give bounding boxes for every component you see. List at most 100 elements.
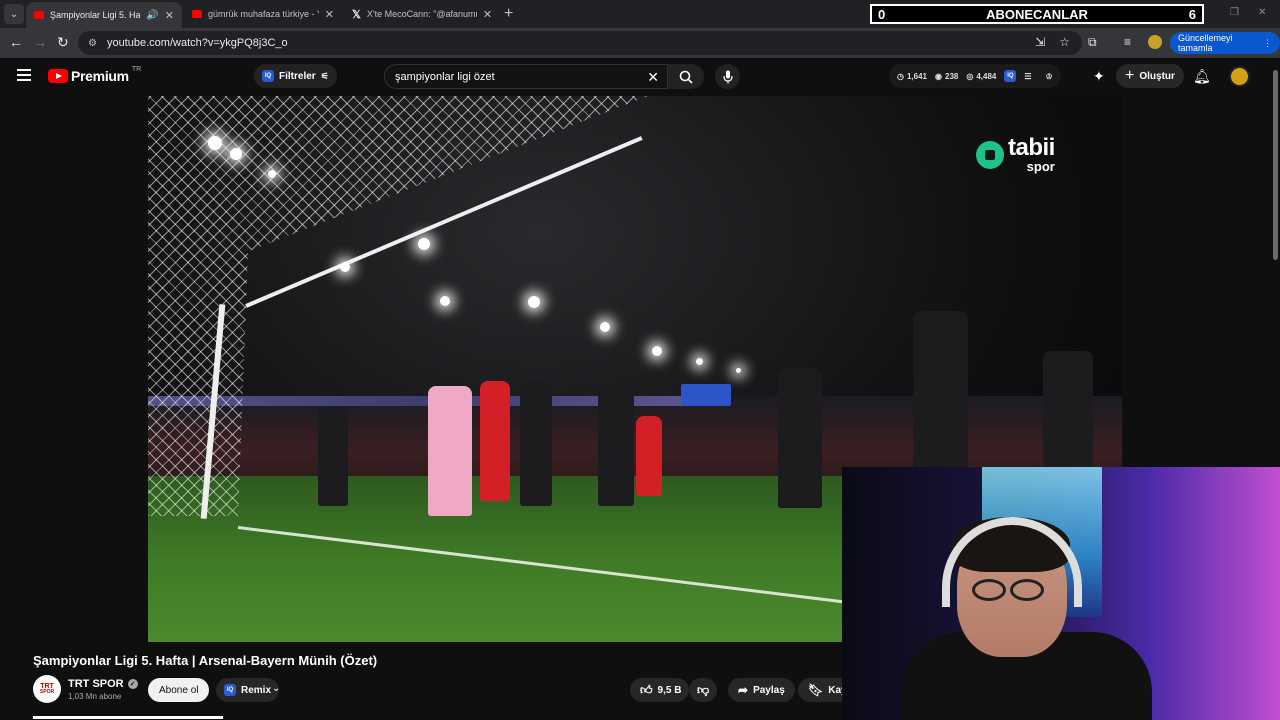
search-button[interactable] [668,64,704,89]
overlay-title: ABONECANLAR [986,6,1088,22]
like-button[interactable]: 👍︎ 9,5 B [630,678,690,702]
chevron-down-icon[interactable]: ⌄ [272,683,280,694]
tab-gumruk[interactable]: gümrük muhafaza türkiye - You ✕ [184,2,342,26]
watch-count: 4,484 [976,71,997,81]
new-tab-icon[interactable]: + [504,5,513,23]
subscribe-button[interactable]: Abone ol [148,678,210,702]
tab-label: gümrük muhafaza türkiye - You [208,9,319,19]
bookmark-star-icon[interactable]: ☆ [1059,35,1070,49]
broadcaster-logo: tabii spor [976,136,1055,173]
avatar-line2: SPOR [39,689,55,695]
iq-icon: IQ [262,70,274,82]
floodlight [528,296,540,308]
dislike-button[interactable]: 👎︎ [689,678,718,702]
remix-button[interactable]: IQ Remix [216,678,280,702]
close-icon[interactable]: ✕ [165,9,174,22]
floodlight [208,136,222,150]
floodlight [440,296,450,306]
reading-list-icon[interactable]: ≡ [1124,35,1131,49]
extensions-icon[interactable]: ⧉ [1088,35,1097,50]
install-icon[interactable]: ⇲ [1035,35,1045,49]
notifications-bell-icon[interactable]: 🔔︎ [1193,68,1211,85]
close-window-icon[interactable]: ✕ [1258,7,1266,18]
kebab-menu-icon: ⋮ [1263,37,1272,48]
channel-name[interactable]: TRT SPOR ✓ [68,678,138,690]
clear-icon[interactable]: ✕ [647,69,659,86]
clock-icon: ◷ [897,71,904,81]
restore-icon[interactable]: ❐ [1230,7,1239,18]
subscriber-count: 1,03 Mn abone [68,692,122,701]
eye-icon: ◉ [935,71,942,81]
floodlight [230,148,242,160]
subscribe-label: Abone ol [159,684,199,696]
scroll-indicator [33,716,223,719]
avatar[interactable] [1229,66,1250,87]
arsenal-player [636,416,662,496]
youtube-favicon-icon [192,10,202,18]
voice-search-button[interactable] [715,64,740,89]
tabii-logo-icon [976,140,1004,169]
youtube-header: Premium TR IQ Filtreler ⚟ şampiyonlar li… [0,58,1270,96]
back-icon[interactable]: ← [9,34,23,50]
share-button[interactable]: ➦ Paylaş [728,678,795,702]
create-button[interactable]: + Oluştur [1116,64,1184,88]
left-count: 0 [878,6,886,22]
watch-stat: ◎ 4,484 [966,72,996,81]
thumbs-up-icon: 👍︎ [640,682,653,697]
floodlight [340,262,350,272]
tab-label: X'te MecoCann: "@afanumur s [366,9,477,19]
browser-nav-bar: ← → ↻ ⚙ youtube.com/watch?v=ykgPQ8j3C_o … [0,28,1280,58]
tab-champions-league[interactable]: Şampiyonlar Ligi 5. Hafta | A 🔊 ✕ [26,2,182,28]
close-icon[interactable]: ✕ [325,8,334,21]
iq-icon: IQ [1004,70,1017,82]
history-count: 1,641 [906,71,928,81]
list-icon: ☰ [1024,71,1032,81]
views-stat: ◉ 238 [935,72,958,81]
menu-icon[interactable] [17,69,31,81]
speaker-icon[interactable]: 🔊 [146,10,158,21]
site-info-icon[interactable]: ⚙ [88,38,97,49]
bayern-player [598,386,634,506]
bayern-player [913,311,968,471]
premium-icon[interactable]: ✦ [1093,68,1105,85]
plus-icon: + [1125,67,1135,84]
floodlight [736,368,741,373]
goalkeeper [428,386,472,516]
search-icon [679,70,693,84]
share-label: Paylaş [753,684,785,696]
bayern-player [318,406,348,506]
region-code: TR [131,65,142,73]
search-query[interactable]: şampiyonlar ligi özet [395,71,495,83]
filters-button[interactable]: IQ Filtreler ⚟ [254,64,337,88]
tab-label: Şampiyonlar Ligi 5. Hafta | A [50,10,141,20]
subscriber-counter-overlay: 0 ABONECANLAR 6 [870,4,1204,24]
scrollbar-thumb[interactable] [1273,70,1278,260]
close-icon[interactable]: ✕ [483,8,492,21]
address-bar[interactable]: ⚙ youtube.com/watch?v=ykgPQ8j3C_o ⇲ ☆ [78,31,1082,55]
youtube-logo[interactable]: Premium TR [48,65,142,84]
remix-label: Remix [241,684,272,696]
eye-outline-icon: ◎ [966,71,974,81]
history-stat: ◷ 1,641 [897,72,927,81]
thumbs-down-icon: 👎︎ [697,682,710,697]
tab-x-mecocann[interactable]: 𝕏 X'te MecoCann: "@afanumur s ✕ [344,2,502,26]
profile-avatar-icon[interactable] [1148,35,1162,49]
forward-icon[interactable]: → [33,34,47,50]
youtube-favicon-icon [34,11,44,19]
channel-name-text[interactable]: TRT SPOR [68,678,124,690]
youtube-play-icon [48,69,68,83]
like-count: 9,5 B [657,684,682,696]
floodlight [418,238,430,250]
stadium-scoreboard [681,384,731,406]
channel-avatar[interactable]: TRT SPOR [33,675,61,703]
search-input[interactable]: şampiyonlar ligi özet ✕ [384,64,668,89]
webcam-overlay [842,467,1280,720]
extension-stats[interactable]: ◷ 1,641 ◉ 238 ◎ 4,484 IQ ☰ ♔ [889,64,1061,88]
floodlight [268,170,276,178]
update-button[interactable]: Güncellemeyi tamamla ⋮ [1170,32,1280,54]
reload-icon[interactable]: ↻ [57,34,69,51]
save-button[interactable]: 🔖︎ Kay [798,678,842,702]
tab-search-icon[interactable]: ⌄ [4,4,24,24]
save-label: Kay [828,684,842,696]
url-text[interactable]: youtube.com/watch?v=ykgPQ8j3C_o [107,37,288,49]
